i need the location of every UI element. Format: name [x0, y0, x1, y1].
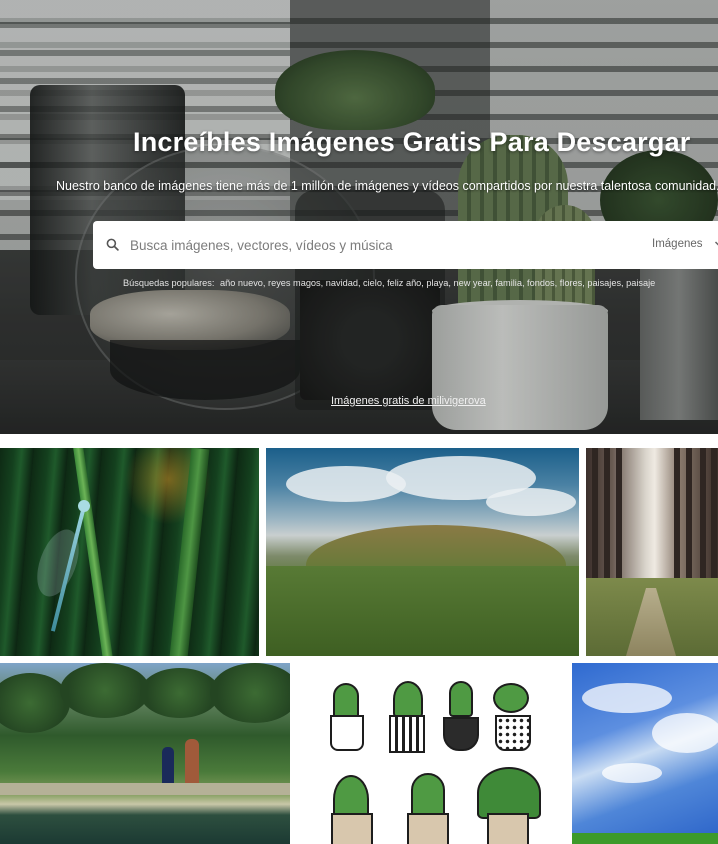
- gallery-image-forest-path[interactable]: [586, 448, 718, 656]
- popular-search-link[interactable]: paisajes: [587, 278, 621, 288]
- search-bar: Imágenes: [93, 221, 718, 269]
- gallery-image-dragonfly[interactable]: [0, 448, 259, 656]
- popular-search-link[interactable]: cielo: [363, 278, 382, 288]
- hero-banner: Increíbles Imágenes Gratis Para Descarga…: [0, 0, 718, 434]
- popular-search-link[interactable]: feliz año: [387, 278, 421, 288]
- popular-searches-label: Búsquedas populares:: [123, 278, 215, 288]
- search-icon[interactable]: [106, 238, 119, 251]
- popular-search-link[interactable]: new year: [453, 278, 490, 288]
- popular-search-link[interactable]: fondos: [527, 278, 555, 288]
- gallery-image-landscape[interactable]: [266, 448, 579, 656]
- popular-searches: Búsquedas populares: año nuevo, reyes ma…: [123, 278, 656, 288]
- popular-search-link[interactable]: flores: [560, 278, 582, 288]
- hero-subtitle: Nuestro banco de imágenes tiene más de 1…: [56, 179, 718, 193]
- search-type-dropdown[interactable]: Imágenes: [652, 238, 703, 250]
- gallery-image-oasis[interactable]: [0, 663, 290, 844]
- popular-search-link[interactable]: año nuevo: [220, 278, 263, 288]
- popular-search-link[interactable]: navidad: [326, 278, 358, 288]
- gallery-image-sky[interactable]: [572, 663, 718, 844]
- popular-search-link[interactable]: familia: [495, 278, 522, 288]
- page: Increíbles Imágenes Gratis Para Descarga…: [0, 0, 718, 844]
- gallery-image-cactus-illustrations[interactable]: [297, 663, 565, 844]
- hero-title: Increíbles Imágenes Gratis Para Descarga…: [133, 127, 691, 157]
- popular-search-link[interactable]: playa: [426, 278, 448, 288]
- image-credit-link[interactable]: Imágenes gratis de milivigerova: [331, 395, 486, 407]
- popular-search-link[interactable]: paisaje: [626, 278, 655, 288]
- search-input[interactable]: [130, 221, 610, 269]
- chevron-down-icon[interactable]: [714, 237, 718, 251]
- popular-search-link[interactable]: reyes magos: [268, 278, 321, 288]
